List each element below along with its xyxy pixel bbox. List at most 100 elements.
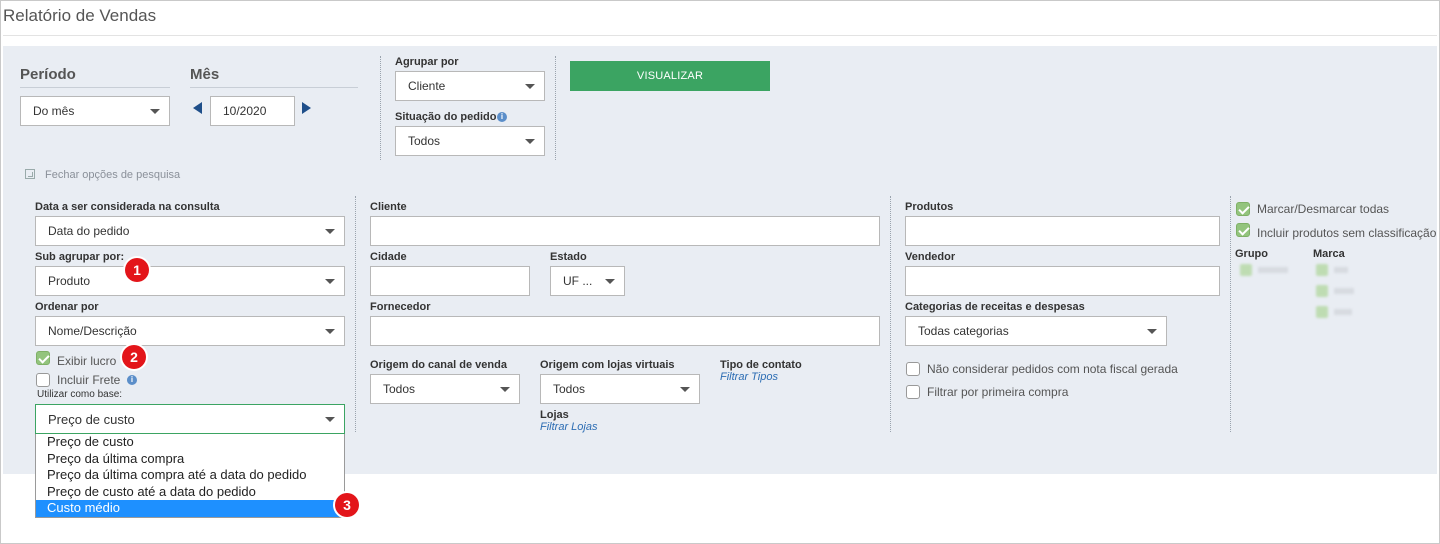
dropdown-option[interactable]: Preço da última compra (36, 451, 344, 468)
cliente-label: Cliente (370, 201, 407, 213)
utilizar-dropdown: Preço de custo Preço da última compra Pr… (35, 434, 345, 518)
annotation-badge: 1 (125, 258, 149, 282)
chevron-down-icon (605, 279, 615, 284)
agrupar-label: Agrupar por (395, 56, 459, 68)
origem-lojas-value: Todos (553, 382, 586, 396)
mes-label: Mês (190, 66, 220, 83)
agrupar-select[interactable]: Cliente (395, 71, 545, 101)
annotation-badge: 3 (335, 493, 359, 517)
divider (555, 56, 556, 160)
fornecedor-label: Fornecedor (370, 301, 431, 313)
ordenar-label: Ordenar por (35, 301, 99, 313)
tipo-contato-label: Tipo de contato (720, 359, 802, 371)
grupo-label: Grupo (1235, 248, 1268, 260)
dropdown-option[interactable]: Preço da última compra até a data do ped… (36, 467, 344, 484)
chevron-down-icon (325, 279, 335, 284)
chevron-down-icon (500, 387, 510, 392)
chevron-down-icon (150, 109, 160, 114)
mes-value: 10/2020 (223, 104, 267, 118)
incluir-sem-class-checkbox[interactable] (1236, 223, 1250, 237)
produtos-input[interactable] (905, 216, 1220, 246)
chevron-down-icon (325, 229, 335, 234)
chevron-down-icon (1147, 329, 1157, 334)
cidade-label: Cidade (370, 251, 407, 263)
fechar-opcoes-link[interactable]: Fechar opções de pesquisa (45, 169, 180, 181)
page-title: Relatório de Vendas (3, 6, 157, 25)
divider (355, 196, 356, 432)
situacao-value: Todos (408, 134, 441, 148)
data-consulta-select[interactable]: Data do pedido (35, 216, 345, 246)
filtrar-tipos-link[interactable]: Filtrar Tipos (720, 371, 778, 383)
marcar-todas-checkbox[interactable] (1236, 202, 1250, 216)
estado-select[interactable]: UF ... (550, 266, 625, 296)
sub-agrupar-select[interactable]: Produto (35, 266, 345, 296)
data-consulta-value: Data do pedido (48, 224, 130, 238)
periodo-underline (20, 87, 170, 88)
chevron-down-icon (525, 84, 535, 89)
situacao-label: Situação do pedido (395, 111, 497, 123)
filtrar-lojas-link[interactable]: Filtrar Lojas (540, 421, 597, 433)
categorias-select[interactable]: Todas categorias (905, 316, 1167, 346)
origem-canal-label: Origem do canal de venda (370, 359, 507, 371)
dropdown-option[interactable]: Preço de custo (36, 434, 344, 451)
marcar-todas-label: Marcar/Desmarcar todas (1257, 202, 1390, 216)
info-icon[interactable]: i (497, 112, 507, 122)
dropdown-option[interactable]: Preço de custo até a data do pedido (36, 484, 344, 501)
incluir-frete-label: Incluir Frete (57, 373, 121, 387)
origem-canal-select[interactable]: Todos (370, 374, 520, 404)
divider (890, 196, 891, 432)
marca-label: Marca (1313, 248, 1345, 260)
info-icon[interactable]: i (127, 375, 137, 385)
incluir-frete-checkbox[interactable] (36, 373, 50, 387)
produtos-label: Produtos (905, 201, 954, 213)
grupo-item-blurred (1240, 264, 1288, 276)
marca-item-blurred (1316, 264, 1348, 276)
filtrar-primeira-checkbox[interactable] (906, 385, 920, 399)
categorias-value: Todas categorias (918, 324, 1009, 338)
sub-agrupar-label: Sub agrupar por: (35, 251, 125, 263)
arrow-right-icon[interactable] (302, 102, 311, 114)
vendedor-label: Vendedor (905, 251, 956, 263)
periodo-select[interactable]: Do mês (20, 96, 170, 126)
estado-value: UF ... (563, 274, 593, 288)
data-consulta-label: Data a ser considerada na consulta (35, 201, 220, 213)
chevron-down-icon (525, 139, 535, 144)
exibir-lucro-checkbox[interactable] (36, 351, 50, 365)
divider (380, 56, 381, 160)
situacao-select[interactable]: Todos (395, 126, 545, 156)
chevron-down-icon (325, 417, 335, 422)
utilizar-label: Utilizar como base: (37, 389, 123, 400)
nao-considerar-label: Não considerar pedidos com nota fiscal g… (927, 362, 1178, 376)
fornecedor-input[interactable] (370, 316, 880, 346)
dropdown-option-selected[interactable]: Custo médio (36, 500, 344, 517)
title-divider (3, 35, 1437, 36)
filtrar-primeira-label: Filtrar por primeira compra (927, 385, 1069, 399)
chevron-down-icon (325, 329, 335, 334)
ordenar-select[interactable]: Nome/Descrição (35, 316, 345, 346)
agrupar-value: Cliente (408, 79, 446, 93)
origem-canal-value: Todos (383, 382, 416, 396)
marca-item-blurred (1316, 285, 1354, 297)
visualizar-button[interactable]: VISUALIZAR (570, 61, 770, 91)
cliente-input[interactable] (370, 216, 880, 246)
periodo-value: Do mês (33, 104, 75, 118)
annotation-badge: 2 (122, 345, 146, 369)
mes-input[interactable]: 10/2020 (210, 96, 295, 126)
vendedor-input[interactable] (905, 266, 1220, 296)
mes-underline (190, 87, 358, 88)
periodo-label: Período (20, 66, 76, 83)
incluir-sem-class-label: Incluir produtos sem classificação (1257, 226, 1437, 240)
divider (1230, 196, 1231, 432)
lojas-label: Lojas (540, 409, 569, 421)
ordenar-value: Nome/Descrição (48, 324, 137, 338)
utilizar-value: Preço de custo (48, 411, 135, 427)
marca-item-blurred (1316, 306, 1352, 318)
cidade-input[interactable] (370, 266, 530, 296)
collapse-icon[interactable] (25, 169, 35, 179)
utilizar-select[interactable]: Preço de custo (35, 404, 345, 434)
arrow-left-icon[interactable] (193, 102, 202, 114)
sub-agrupar-value: Produto (48, 274, 91, 288)
exibir-lucro-label: Exibir lucro (57, 354, 117, 368)
origem-lojas-select[interactable]: Todos (540, 374, 700, 404)
nao-considerar-checkbox[interactable] (906, 362, 920, 376)
